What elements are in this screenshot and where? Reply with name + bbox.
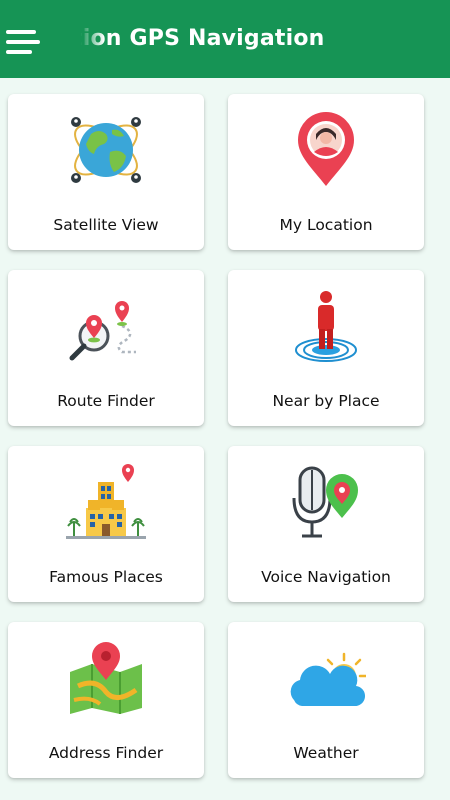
app-bar: tion GPS Navigation — [0, 0, 450, 78]
feature-grid: Satellite View My Location Route Finder — [0, 78, 450, 800]
card-label: Satellite View — [53, 216, 159, 234]
route-magnifier-icon — [69, 301, 136, 361]
card-label: My Location — [279, 216, 373, 234]
card-famous-places[interactable]: Famous Places — [8, 446, 204, 602]
card-near-by-place[interactable]: Near by Place — [228, 270, 424, 426]
card-label: Weather — [293, 744, 359, 762]
map-pin-icon — [70, 642, 142, 714]
card-label: Voice Navigation — [261, 568, 391, 586]
globe-satellite-icon — [71, 117, 141, 183]
card-route-finder[interactable]: Route Finder — [8, 270, 204, 426]
microphone-pin-icon — [292, 466, 358, 538]
title-marquee-fade — [78, 22, 104, 62]
hamburger-menu-icon[interactable] — [4, 26, 40, 58]
app-title: tion GPS Navigation — [78, 26, 325, 51]
card-voice-navigation[interactable]: Voice Navigation — [228, 446, 424, 602]
card-my-location[interactable]: My Location — [228, 94, 424, 250]
card-address-finder[interactable]: Address Finder — [8, 622, 204, 778]
card-label: Route Finder — [57, 392, 155, 410]
sun-cloud-icon — [290, 652, 366, 707]
building-landmark-icon — [66, 464, 146, 539]
card-label: Address Finder — [48, 744, 164, 762]
card-satellite-view[interactable]: Satellite View — [8, 94, 204, 250]
location-pin-person-icon — [298, 112, 354, 186]
card-label: Famous Places — [49, 568, 163, 586]
app-title-container: tion GPS Navigation — [78, 22, 438, 62]
card-weather[interactable]: Weather — [228, 622, 424, 778]
card-label: Near by Place — [272, 392, 380, 410]
person-radar-icon — [295, 291, 357, 362]
